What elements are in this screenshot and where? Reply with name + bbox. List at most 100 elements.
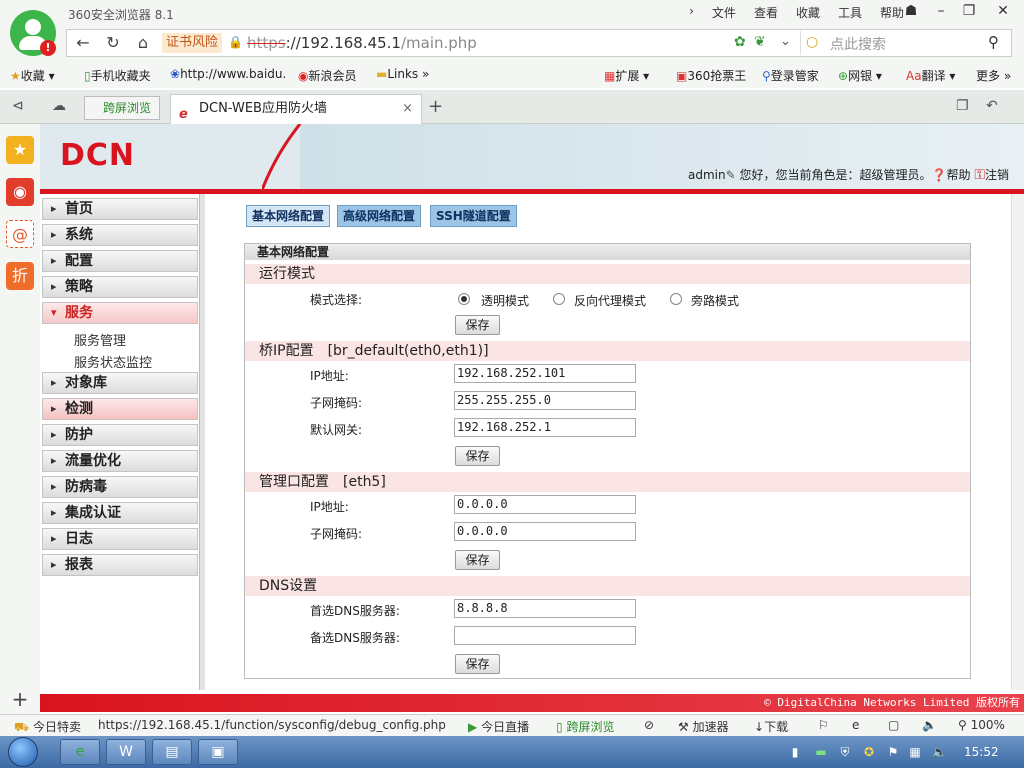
submenu-service-manage[interactable]: 服务管理 bbox=[74, 330, 126, 349]
tray-network-icon[interactable]: ▦ bbox=[908, 745, 922, 759]
menu-detect[interactable]: 检测 bbox=[42, 398, 198, 420]
menu-auth[interactable]: 集成认证 bbox=[42, 502, 198, 524]
new-tab-button[interactable]: + bbox=[428, 96, 443, 117]
radio-reverse-proxy[interactable] bbox=[553, 293, 565, 305]
bookmark-mobile[interactable]: ▯手机收藏夹 bbox=[84, 67, 151, 84]
close-button[interactable]: ✕ bbox=[990, 2, 1016, 20]
menu-favorites[interactable]: 收藏 bbox=[796, 4, 820, 21]
tray-volume-icon[interactable]: 🔈 bbox=[932, 745, 947, 759]
cert-warning-badge[interactable]: 证书风险 bbox=[162, 33, 223, 53]
menu-tools[interactable]: 工具 bbox=[838, 4, 862, 21]
tab-list-icon[interactable]: ❐ bbox=[956, 98, 969, 114]
radio-bypass-label[interactable]: 旁路模式 bbox=[691, 292, 739, 309]
status-speed[interactable]: ⚒ 加速器 bbox=[678, 718, 729, 735]
status-flag-icon[interactable]: ⚐ bbox=[818, 718, 829, 732]
taskbar-360-browser[interactable]: e bbox=[60, 739, 100, 765]
radio-reverse-proxy-label[interactable]: 反向代理模式 bbox=[574, 292, 646, 309]
security-icon[interactable]: ✿ bbox=[734, 34, 746, 50]
status-live[interactable]: ▶ 今日直播 bbox=[468, 718, 529, 735]
weibo-icon[interactable]: ◉ bbox=[6, 178, 34, 206]
tab-ssh-tunnel[interactable]: SSH隧道配置 bbox=[430, 205, 517, 227]
submenu-service-monitor[interactable]: 服务状态监控 bbox=[74, 352, 152, 371]
help-icon[interactable]: ❓ bbox=[932, 168, 947, 182]
dropdown-chevron-icon[interactable]: ⌄ bbox=[780, 34, 791, 49]
search-icon[interactable]: ⚲ bbox=[988, 33, 999, 51]
vertical-scrollbar[interactable] bbox=[1011, 194, 1024, 690]
bookmark-baidu[interactable]: ❀http://www.baidu. bbox=[170, 67, 286, 81]
sidebar-toggle-icon[interactable]: ⊲ bbox=[12, 98, 24, 114]
menu-policy[interactable]: 策略 bbox=[42, 276, 198, 298]
refresh-icon[interactable]: ↻ bbox=[102, 34, 124, 52]
menu-log[interactable]: 日志 bbox=[42, 528, 198, 550]
tab-advanced-network[interactable]: 高级网络配置 bbox=[337, 205, 422, 227]
taskbar-app[interactable]: ▤ bbox=[152, 739, 192, 765]
cloud-icon[interactable]: ☁ bbox=[52, 98, 66, 114]
dns-secondary-input[interactable] bbox=[454, 626, 636, 645]
tray-icon-2[interactable]: ▬ bbox=[814, 745, 828, 759]
bookmark-translate[interactable]: Aa翻译 ▾ bbox=[906, 67, 955, 84]
undo-close-icon[interactable]: ↶ bbox=[986, 98, 998, 114]
save-button-run-mode[interactable]: 保存 bbox=[455, 315, 500, 335]
bookmark-more[interactable]: 更多 » bbox=[976, 67, 1011, 84]
radio-bypass[interactable] bbox=[670, 293, 682, 305]
save-button-dns[interactable]: 保存 bbox=[455, 654, 500, 674]
maximize-button[interactable]: ❐ bbox=[956, 2, 982, 20]
bookmark-login[interactable]: ⚲登录管家 bbox=[762, 67, 819, 84]
menu-traffic[interactable]: 流量优化 bbox=[42, 450, 198, 472]
status-volume-icon[interactable]: 🔈 bbox=[922, 718, 937, 732]
mgmt-ip-input[interactable]: 0.0.0.0 bbox=[454, 495, 636, 514]
dns-primary-input[interactable]: 8.8.8.8 bbox=[454, 599, 636, 618]
bookmark-extensions[interactable]: ▦扩展 ▾ bbox=[604, 67, 649, 84]
tab-active[interactable]: e DCN-WEB应用防火墙 × bbox=[170, 94, 422, 124]
status-zoom[interactable]: ⚲ 100% bbox=[958, 718, 1005, 732]
bridge-mask-input[interactable]: 255.255.255.0 bbox=[454, 391, 636, 410]
menu-objects[interactable]: 对象库 bbox=[42, 372, 198, 394]
tray-icon-5[interactable]: ⚑ bbox=[886, 745, 900, 759]
status-window-icon[interactable]: ▢ bbox=[888, 718, 899, 732]
speed-mode-icon[interactable]: ❦ bbox=[754, 34, 766, 50]
discount-icon[interactable]: 折 bbox=[6, 262, 34, 290]
save-button-bridge[interactable]: 保存 bbox=[455, 446, 500, 466]
bookmark-bank[interactable]: ⊕网银 ▾ bbox=[838, 67, 882, 84]
edit-icon[interactable]: ✎ bbox=[726, 168, 736, 182]
menu-report[interactable]: 报表 bbox=[42, 554, 198, 576]
bookmark-tickets[interactable]: ▣360抢票王 bbox=[676, 67, 746, 84]
browser-logo-icon[interactable]: ! bbox=[10, 10, 56, 56]
tray-icon-4[interactable]: ✪ bbox=[862, 745, 876, 759]
home-icon[interactable]: ⌂ bbox=[132, 34, 154, 52]
menu-system[interactable]: 系统 bbox=[42, 224, 198, 246]
add-sidebar-icon[interactable]: + bbox=[0, 686, 40, 714]
radio-transparent[interactable] bbox=[458, 293, 470, 305]
tray-shield-icon[interactable]: ⛨ bbox=[838, 745, 852, 759]
lock-warning-icon[interactable]: 🔒 bbox=[228, 35, 243, 49]
bridge-gw-input[interactable]: 192.168.252.1 bbox=[454, 418, 636, 437]
status-deals[interactable]: ⛟ 今日特卖 bbox=[14, 718, 81, 736]
menu-view[interactable]: 查看 bbox=[754, 4, 778, 21]
back-icon[interactable]: ← bbox=[72, 34, 94, 52]
bookmark-links[interactable]: ▬Links » bbox=[376, 67, 429, 81]
status-clean-icon[interactable]: ⊘ bbox=[644, 718, 654, 732]
taskbar-window[interactable]: ▣ bbox=[198, 739, 238, 765]
status-download[interactable]: ↓下载 bbox=[754, 718, 788, 735]
menu-antivirus[interactable]: 防病毒 bbox=[42, 476, 198, 498]
status-ie-icon[interactable]: e bbox=[852, 718, 859, 732]
skin-icon[interactable]: ☗ bbox=[898, 2, 924, 20]
tray-icon-1[interactable]: ▮ bbox=[788, 745, 802, 759]
menu-home[interactable]: 首页 bbox=[42, 198, 198, 220]
search-engine-icon[interactable]: ○ bbox=[806, 34, 818, 50]
taskbar-clock[interactable]: 15:52 bbox=[964, 745, 999, 759]
status-split[interactable]: ▯ 跨屏浏览 bbox=[556, 718, 614, 735]
logout-link[interactable]: 注销 bbox=[985, 168, 1009, 182]
bookmark-favorites[interactable]: ★收藏 ▾ bbox=[10, 67, 55, 84]
menu-protect[interactable]: 防护 bbox=[42, 424, 198, 446]
logout-key-icon[interactable]: ⚿ bbox=[974, 167, 985, 183]
bridge-ip-input[interactable]: 192.168.252.101 bbox=[454, 364, 636, 383]
save-button-mgmt[interactable]: 保存 bbox=[455, 550, 500, 570]
tab-split-browse[interactable]: 跨屏浏览 bbox=[84, 96, 160, 120]
menu-service[interactable]: 服务 bbox=[42, 302, 198, 324]
help-link[interactable]: 帮助 bbox=[946, 168, 970, 182]
minimize-button[interactable]: – bbox=[928, 2, 954, 20]
menu-chevron-icon[interactable]: › bbox=[689, 4, 694, 21]
mgmt-mask-input[interactable]: 0.0.0.0 bbox=[454, 522, 636, 541]
radio-transparent-label[interactable]: 透明模式 bbox=[481, 292, 529, 309]
